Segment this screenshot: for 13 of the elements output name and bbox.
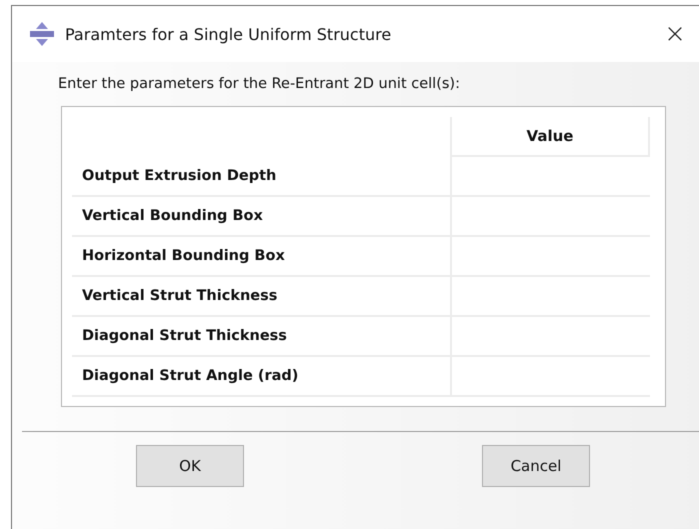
- row-label: Vertical Strut Thickness: [72, 277, 450, 317]
- row-label: Diagonal Strut Angle (rad): [72, 357, 450, 397]
- row-label: Output Extrusion Depth: [72, 157, 450, 197]
- window-title: Paramters for a Single Uniform Structure: [65, 24, 392, 44]
- cancel-button[interactable]: Cancel: [482, 445, 590, 487]
- row-label: Diagonal Strut Thickness: [72, 317, 450, 357]
- app-icon: [29, 21, 55, 47]
- prompt-text: Enter the parameters for the Re-Entrant 2D unit cell(s):: [58, 76, 461, 92]
- ok-button[interactable]: OK: [136, 445, 244, 487]
- close-button[interactable]: ×: [650, 14, 699, 54]
- column-header: Value: [450, 117, 650, 157]
- row-label: Horizontal Bounding Box: [72, 237, 450, 277]
- row-label: Vertical Bounding Box: [72, 197, 450, 237]
